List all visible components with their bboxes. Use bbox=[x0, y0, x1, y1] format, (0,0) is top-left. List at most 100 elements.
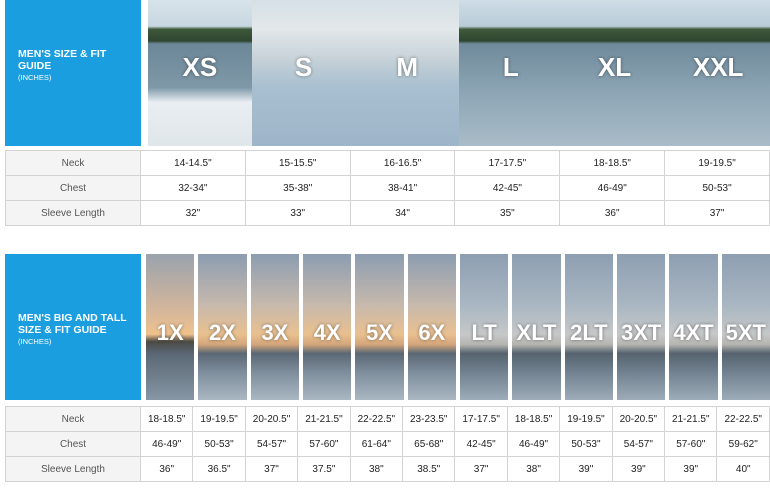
size-photo-2x: 2X bbox=[198, 254, 247, 400]
table-row: Chest 32-34" 35-38" 38-41" 42-45" 46-49" 50-53… bbox=[5, 175, 770, 201]
size-photo-label: 4XT bbox=[673, 320, 714, 345]
table-row: Sleeve Length 36" 36.5" 37" 37.5" 38" 38.5" 37"… bbox=[5, 456, 770, 482]
table-cell: 18-18.5" bbox=[559, 150, 666, 176]
row-label: Sleeve Length bbox=[5, 200, 141, 226]
table-cell: 40" bbox=[716, 456, 770, 482]
size-photo-5x: 5X bbox=[355, 254, 404, 400]
table-cell: 35" bbox=[454, 200, 561, 226]
row-label: Neck bbox=[5, 150, 141, 176]
table-row: Neck 14-14.5" 15-15.5" 16-16.5" 17-17.5" 18-1… bbox=[5, 150, 770, 176]
row-label: Neck bbox=[5, 406, 141, 432]
size-photo-3xt: 3XT bbox=[617, 254, 666, 400]
big-tall-title: MEN'S BIG AND TALL SIZE & FIT GUIDE bbox=[18, 312, 127, 336]
table-cell: 46-49" bbox=[559, 175, 666, 201]
size-photo-label: 6X bbox=[418, 320, 446, 345]
size-photo-lt: LT bbox=[460, 254, 509, 400]
size-photo-label: XS bbox=[182, 52, 218, 82]
size-photo-label: XL bbox=[597, 52, 632, 82]
size-photo-xl: XL bbox=[562, 0, 667, 146]
size-guide-title-block: MEN'S SIZE & FIT GUIDE (INCHES) bbox=[5, 0, 141, 146]
size-photo-label: M bbox=[396, 52, 418, 82]
table-cell: 20-20.5" bbox=[611, 406, 666, 432]
size-photo-label: 2LT bbox=[570, 320, 608, 345]
size-photo-xlt: XLT bbox=[512, 254, 561, 400]
big-tall-title-block: MEN'S BIG AND TALL SIZE & FIT GUIDE (INC… bbox=[5, 254, 141, 400]
table-cell: 32-34" bbox=[140, 175, 246, 201]
table-cell: 37" bbox=[454, 456, 508, 482]
table-cell: 57-60" bbox=[664, 431, 718, 457]
table-cell: 18-18.5" bbox=[506, 406, 561, 432]
size-photo-label: 2X bbox=[209, 320, 236, 345]
row-label: Sleeve Length bbox=[5, 456, 141, 482]
size-photo-4xt: 4XT bbox=[669, 254, 718, 400]
table-cell: 37" bbox=[244, 456, 299, 482]
table-cell: 22-22.5" bbox=[716, 406, 770, 432]
table-cell: 21-21.5" bbox=[664, 406, 718, 432]
table-cell: 14-14.5" bbox=[140, 150, 246, 176]
size-photo-5xt: 5XT bbox=[721, 254, 770, 400]
table-cell: 16-16.5" bbox=[349, 150, 456, 176]
size-photo-label: 3XT bbox=[620, 320, 662, 345]
table-cell: 33" bbox=[244, 200, 351, 226]
size-photo-m: M bbox=[355, 0, 459, 146]
size-photo-6x: 6X bbox=[407, 254, 456, 400]
row-label: Chest bbox=[5, 175, 141, 201]
big-tall-table: Neck 18-18.5" 19-19.5" 20-20.5" 21-21.5" 22-2… bbox=[5, 406, 770, 482]
table-cell: 59-62" bbox=[716, 431, 770, 457]
size-photo-s: S bbox=[251, 0, 356, 146]
table-cell: 19-19.5" bbox=[559, 406, 613, 432]
size-photo-xxl: XXL bbox=[666, 0, 770, 146]
size-photo-label: 4X bbox=[313, 320, 341, 345]
table-cell: 39" bbox=[559, 456, 613, 482]
table-cell: 36" bbox=[559, 200, 666, 226]
size-photo-3x: 3X bbox=[250, 254, 299, 400]
size-table: Neck 14-14.5" 15-15.5" 16-16.5" 17-17.5" 18-1… bbox=[5, 150, 770, 226]
table-cell: 37.5" bbox=[297, 456, 351, 482]
table-cell: 46-49" bbox=[139, 431, 194, 457]
table-cell: 34" bbox=[349, 200, 456, 226]
table-cell: 54-57" bbox=[244, 431, 299, 457]
table-cell: 36.5" bbox=[192, 456, 246, 482]
table-cell: 39" bbox=[611, 456, 666, 482]
size-photo-label: 5X bbox=[366, 320, 393, 345]
size-photo-l: L bbox=[459, 0, 563, 146]
table-cell: 17-17.5" bbox=[454, 150, 561, 176]
size-photo-label: 5XT bbox=[725, 320, 766, 345]
size-photo-label: 3X bbox=[261, 320, 289, 345]
table-cell: 20-20.5" bbox=[244, 406, 299, 432]
size-guide-section: MEN'S SIZE & FIT GUIDE (INCHES) XS S M L XL X… bbox=[0, 0, 770, 230]
size-photo-label: L bbox=[502, 52, 519, 82]
table-cell: 17-17.5" bbox=[454, 406, 508, 432]
table-cell: 50-53" bbox=[664, 175, 770, 201]
size-photo-xs: XS bbox=[148, 0, 252, 146]
table-cell: 18-18.5" bbox=[139, 406, 194, 432]
size-guide-unit: (INCHES) bbox=[18, 73, 52, 82]
table-cell: 42-45" bbox=[454, 431, 508, 457]
size-photo-2lt: 2LT bbox=[564, 254, 613, 400]
table-cell: 50-53" bbox=[559, 431, 613, 457]
table-cell: 22-22.5" bbox=[349, 406, 404, 432]
table-cell: 23-23.5" bbox=[402, 406, 456, 432]
size-photo-strip: XS S M L XL XXL bbox=[148, 0, 770, 146]
table-cell: 37" bbox=[664, 200, 770, 226]
table-cell: 35-38" bbox=[244, 175, 351, 201]
table-cell: 15-15.5" bbox=[244, 150, 351, 176]
table-cell: 32" bbox=[140, 200, 246, 226]
size-photo-1x: 1X bbox=[146, 254, 195, 400]
table-cell: 46-49" bbox=[506, 431, 561, 457]
table-cell: 38" bbox=[506, 456, 561, 482]
table-row: Neck 18-18.5" 19-19.5" 20-20.5" 21-21.5" 22-2… bbox=[5, 406, 770, 432]
table-row: Sleeve Length 32" 33" 34" 35" 36" 37" bbox=[5, 200, 770, 226]
big-tall-unit: (INCHES) bbox=[18, 337, 52, 346]
row-label: Chest bbox=[5, 431, 141, 457]
table-cell: 38" bbox=[349, 456, 404, 482]
big-tall-photo-strip: 1X 2X 3X 4X 5X 6X LT XLT 2LT 3XT 4XT 5XT bbox=[146, 254, 770, 400]
size-guide-title: MEN'S SIZE & FIT GUIDE bbox=[18, 48, 107, 72]
table-cell: 19-19.5" bbox=[664, 150, 770, 176]
table-cell: 38-41" bbox=[349, 175, 456, 201]
table-cell: 39" bbox=[664, 456, 718, 482]
size-photo-label: XLT bbox=[516, 320, 557, 345]
table-cell: 54-57" bbox=[611, 431, 666, 457]
table-cell: 42-45" bbox=[454, 175, 561, 201]
table-cell: 38.5" bbox=[402, 456, 456, 482]
